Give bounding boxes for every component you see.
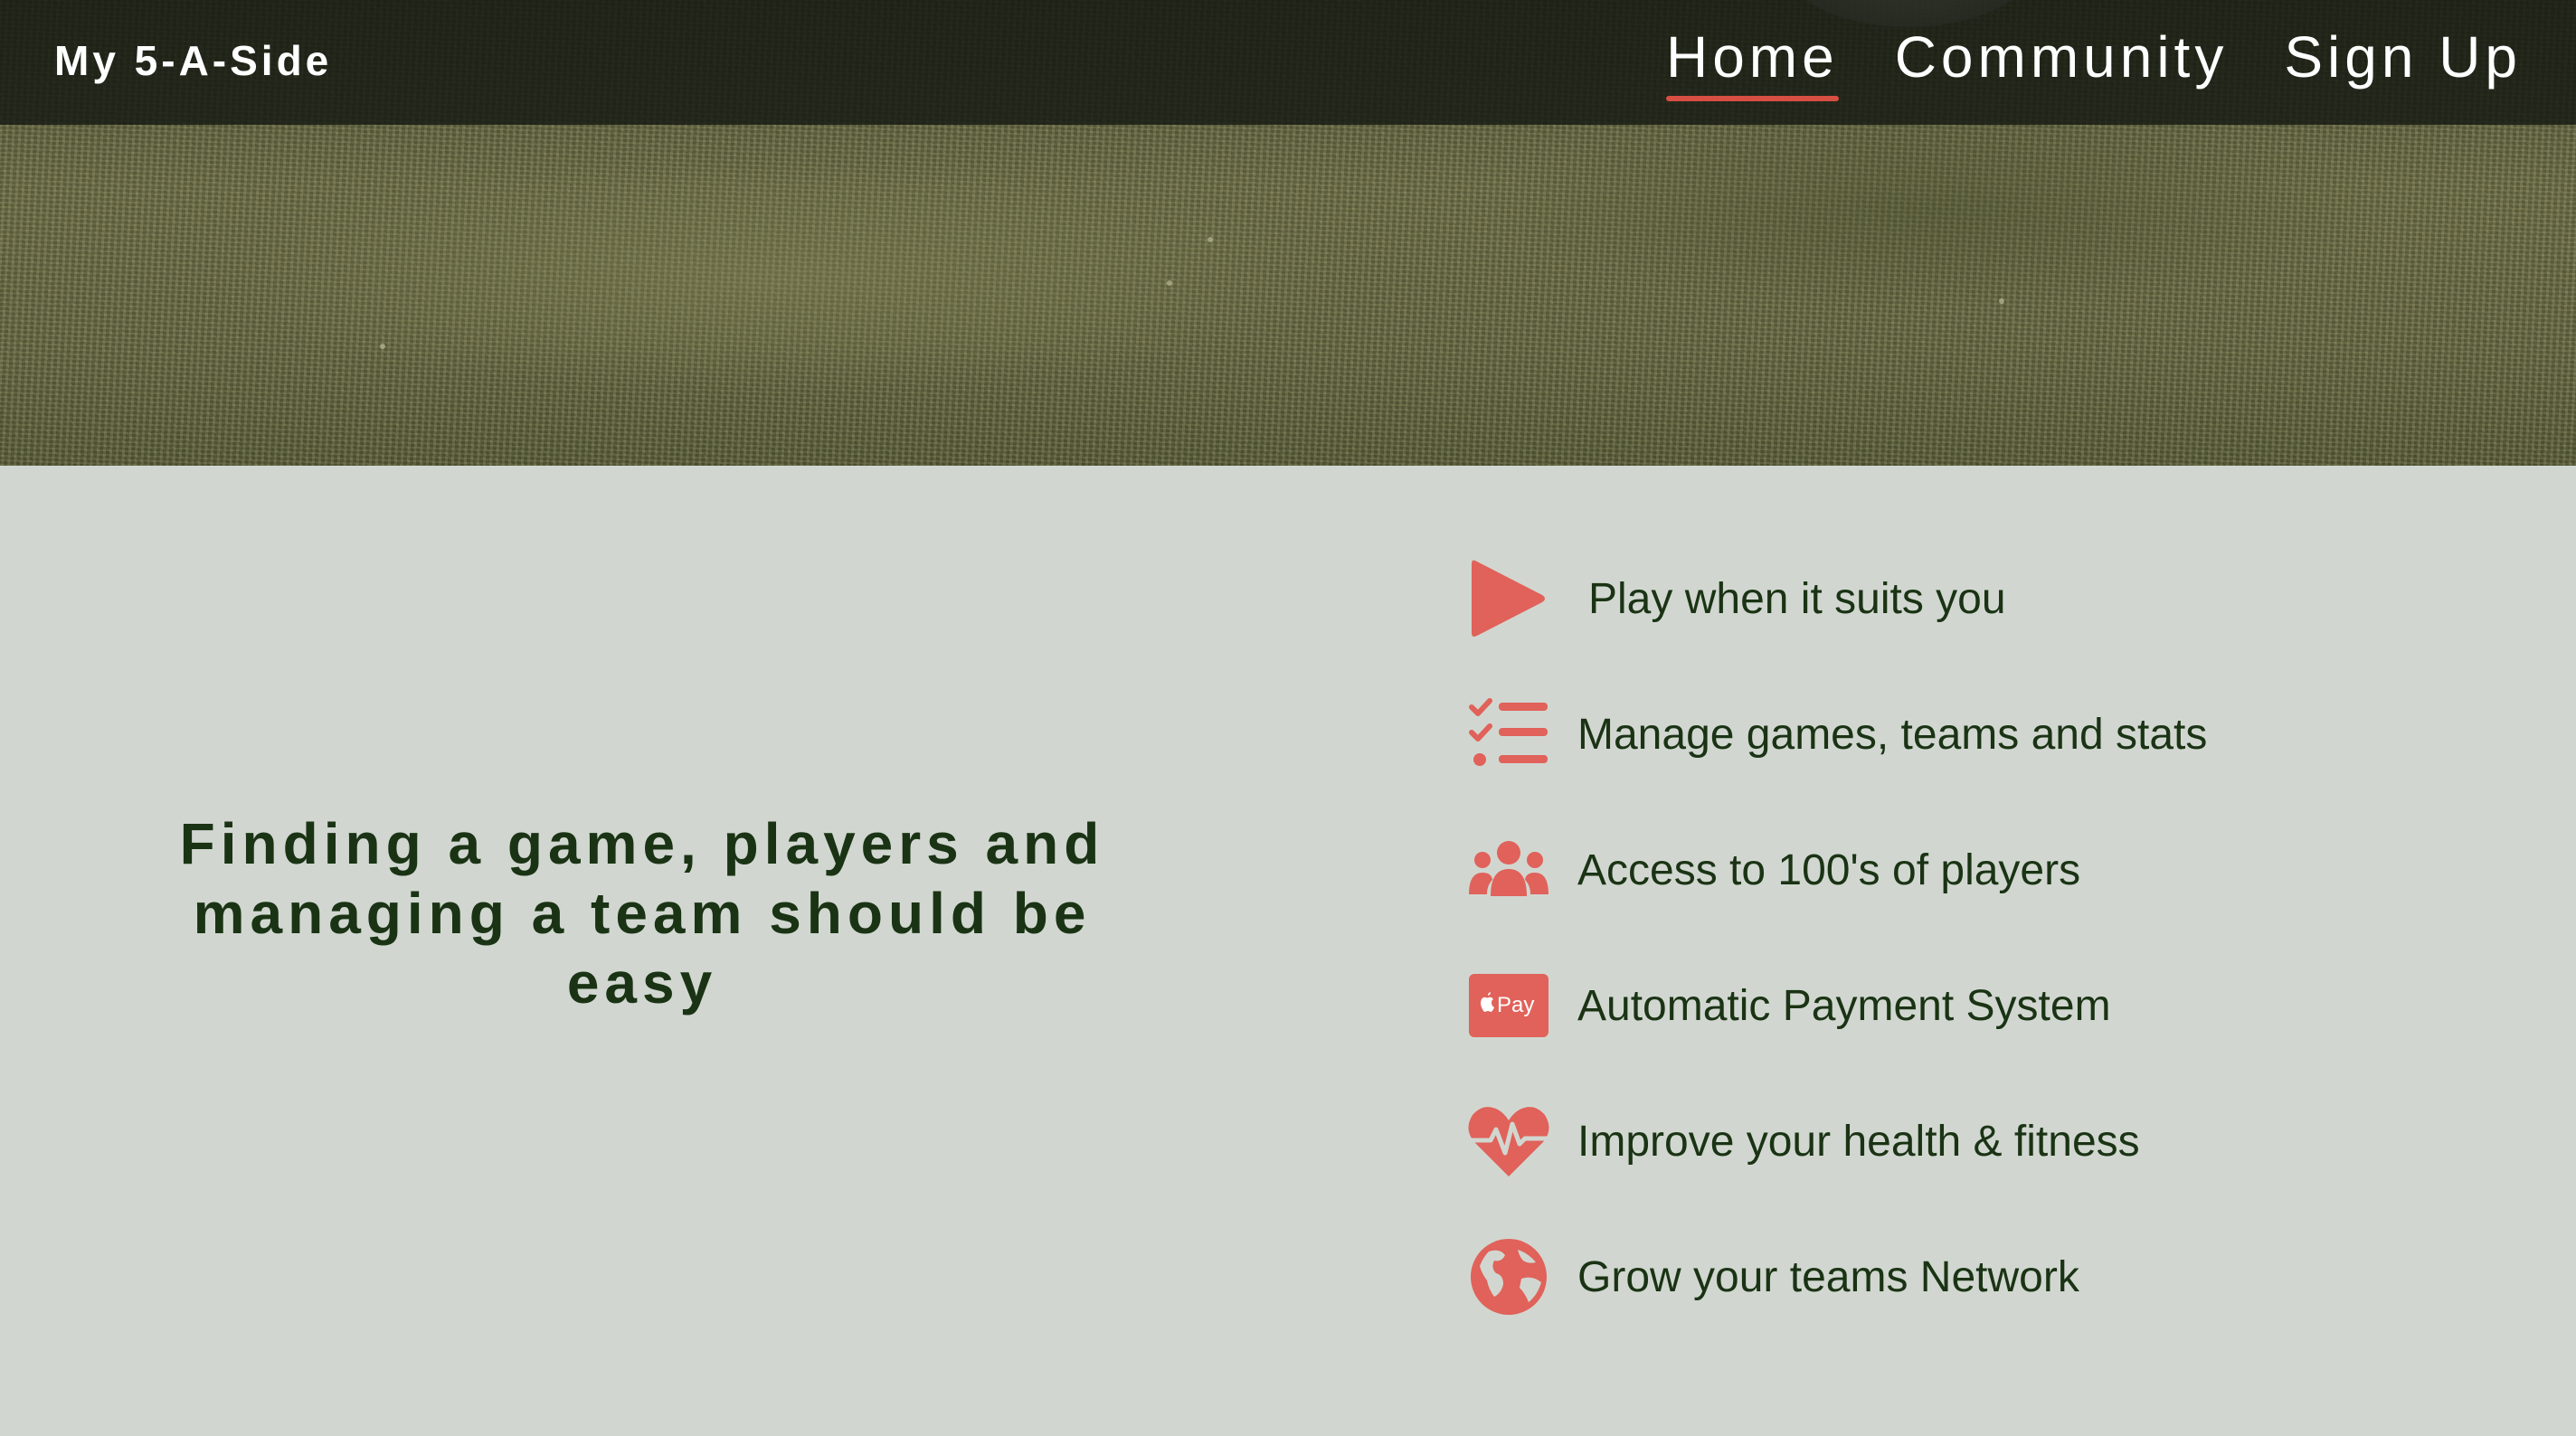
nav-signup-link[interactable]: Sign Up xyxy=(2284,24,2522,99)
heartbeat-icon xyxy=(1465,1098,1552,1185)
feature-item-play: Play when it suits you xyxy=(1465,553,2006,644)
feature-label: Play when it suits you xyxy=(1588,574,2006,623)
feature-label: Manage games, teams and stats xyxy=(1577,710,2208,759)
globe-icon xyxy=(1465,1233,1552,1320)
apple-pay-icon-text: Pay xyxy=(1497,993,1534,1017)
turf-speck xyxy=(1167,280,1172,286)
turf-speck xyxy=(1999,298,2004,304)
nav-links: Home Community Sign Up xyxy=(1665,24,2522,101)
feature-item-network: Grow your teams Network xyxy=(1465,1232,2079,1322)
nav-community-link[interactable]: Community xyxy=(1895,24,2229,99)
tagline-heading: Finding a game, players and managing a t… xyxy=(179,811,1105,1016)
feature-item-payment: Pay Automatic Payment System xyxy=(1465,960,2111,1051)
turf-speck xyxy=(380,344,385,349)
feature-label: Automatic Payment System xyxy=(1577,981,2111,1030)
feature-label: Grow your teams Network xyxy=(1577,1252,2079,1301)
brand-logo-text[interactable]: My 5-A-Side xyxy=(54,36,332,85)
nav-home-link[interactable]: Home xyxy=(1665,24,1839,101)
feature-label: Improve your health & fitness xyxy=(1577,1117,2140,1166)
feature-item-players: Access to 100's of players xyxy=(1465,825,2080,915)
top-navbar: My 5-A-Side Home Community Sign Up xyxy=(0,0,2576,125)
apple-pay-icon: Pay xyxy=(1465,962,1552,1049)
checklist-icon xyxy=(1465,691,1552,778)
users-icon xyxy=(1465,827,1552,913)
turf-speck xyxy=(1208,237,1213,242)
feature-item-health: Improve your health & fitness xyxy=(1465,1096,2140,1186)
feature-item-manage: Manage games, teams and stats xyxy=(1465,689,2207,779)
feature-label: Access to 100's of players xyxy=(1577,846,2081,894)
play-icon xyxy=(1465,555,1552,642)
page: My 5-A-Side Home Community Sign Up Findi… xyxy=(0,0,2576,1436)
